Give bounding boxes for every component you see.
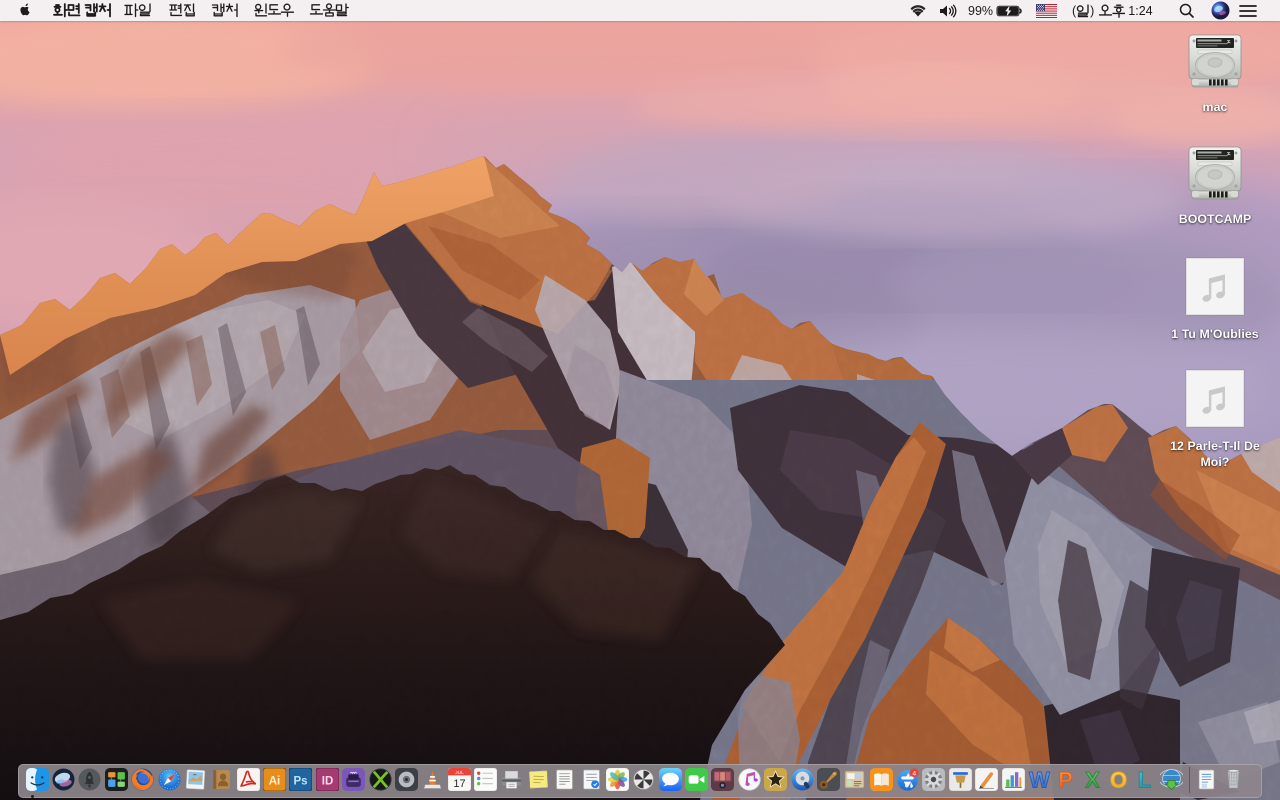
svg-text:O: O (1110, 768, 1127, 791)
svg-text:W: W (1029, 768, 1050, 791)
svg-text:JUL: JUL (455, 770, 464, 776)
svg-text:Ai: Ai (269, 776, 281, 788)
svg-text:17: 17 (453, 778, 465, 790)
svg-text:Ps: Ps (294, 776, 308, 788)
svg-text:X: X (1085, 768, 1100, 791)
svg-text:L: L (1138, 768, 1151, 791)
svg-text:4: 4 (912, 770, 916, 777)
svg-text:P: P (1058, 768, 1073, 791)
svg-text:ID: ID (322, 776, 334, 788)
